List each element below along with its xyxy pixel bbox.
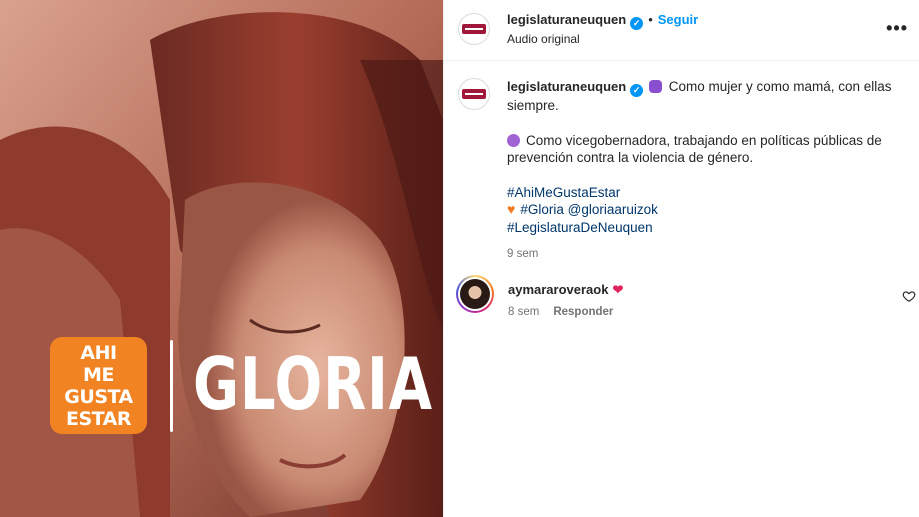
legislatura-logo-icon — [462, 89, 486, 99]
header-username[interactable]: legislaturaneuquen — [507, 12, 626, 27]
caption-timestamp[interactable]: 9 sem — [507, 248, 538, 260]
caption-line-2: Como vicegobernadora, trabajando en polí… — [507, 132, 882, 166]
follow-button[interactable]: Seguir — [658, 12, 698, 27]
post-header: legislaturaneuquen ✓ • Seguir Audio origina… — [444, 0, 919, 61]
legislatura-logo-icon — [462, 24, 486, 34]
hashtag-gloria[interactable]: #Gloria — [520, 202, 564, 217]
verified-badge-icon: ✓ — [630, 84, 644, 98]
post-media[interactable]: AHI ME GUSTA ESTAR GLORIA — [0, 0, 443, 517]
badge-line-2: ME GUSTA — [64, 363, 133, 408]
orange-heart-emoji-icon: ♥ — [507, 201, 516, 218]
media-title: GLORIA — [193, 342, 433, 426]
grape-emoji-icon — [648, 80, 662, 93]
more-horizontal-icon[interactable]: ••• — [886, 18, 908, 39]
reply-button[interactable]: Responder — [553, 306, 613, 318]
verified-badge-icon: ✓ — [630, 17, 644, 30]
hashtag-ahimegustaestar[interactable]: #AhiMeGustaEstar — [507, 185, 620, 200]
caption-username[interactable]: legislaturaneuquen — [507, 79, 626, 94]
comment-text: ❤ — [612, 282, 624, 297]
badge-line-3: ESTAR — [66, 407, 131, 430]
hashtag-legislaturadeneuquen[interactable]: #LegislaturaDeNeuquen — [507, 220, 653, 235]
badge-line-1: AHI — [80, 341, 117, 364]
heart-like-icon[interactable] — [902, 289, 916, 303]
ahi-me-gusta-estar-badge: AHI ME GUSTA ESTAR — [50, 337, 147, 434]
commenter-avatar[interactable] — [456, 275, 494, 313]
separator-dot: • — [648, 12, 653, 27]
comment-timestamp[interactable]: 8 sem — [508, 306, 539, 318]
post-photo — [0, 0, 443, 517]
purple-circle-emoji-icon — [507, 133, 520, 147]
comment-username[interactable]: aymararoveraok — [508, 282, 608, 297]
comment-item: aymararoveraok ❤ 8 sem Responder — [456, 275, 916, 325]
caption-avatar[interactable] — [458, 78, 490, 110]
post-details-panel: legislaturaneuquen ✓ • Seguir Audio origina… — [443, 0, 919, 517]
account-avatar[interactable] — [458, 13, 490, 45]
post-caption: legislaturaneuquen ✓ Como mujer y como ma… — [507, 78, 907, 264]
mention-gloriaaruizok[interactable]: @gloriaaruizok — [568, 202, 658, 217]
audio-link[interactable]: Audio original — [507, 32, 580, 46]
divider-line — [170, 340, 173, 432]
